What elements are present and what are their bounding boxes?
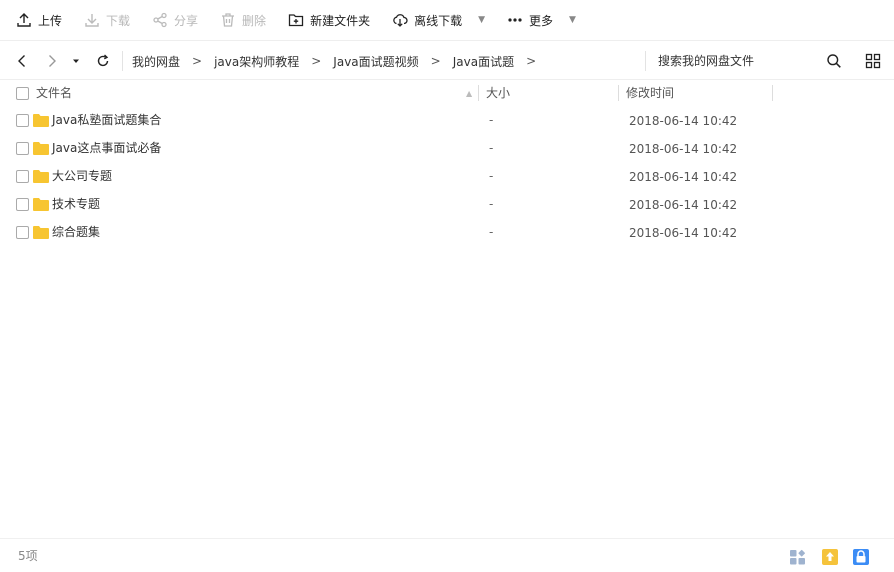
column-header-size[interactable]: 大小 [486,80,510,106]
column-divider[interactable] [618,85,619,101]
new-folder-label: 新建文件夹 [310,13,371,28]
item-count: 5项 [18,549,38,563]
refresh-button[interactable] [93,51,113,71]
upload-button[interactable]: 上传 [16,0,62,40]
grid-view-icon [865,53,881,69]
breadcrumb-item[interactable]: Java面试题视频 [333,53,418,70]
column-header-name[interactable]: 文件名 [36,80,72,106]
row-checkbox[interactable] [16,198,29,211]
offline-download-button[interactable]: 离线下载 ▼ [392,0,485,40]
file-row[interactable]: 大公司专题 - 2018-06-14 10:42 [0,162,894,190]
file-row[interactable]: 技术专题 - 2018-06-14 10:42 [0,190,894,218]
file-name[interactable]: 综合题集 [52,218,100,246]
upload-icon [17,13,31,27]
search-icon [827,54,841,68]
apps-icon[interactable] [788,547,808,567]
share-button[interactable]: 分享 [152,0,198,40]
file-list-header: 文件名 ▲ 大小 修改时间 [0,80,894,106]
breadcrumb-item[interactable]: java架构师教程 [214,53,299,70]
caret-down-icon [73,59,79,63]
file-modified: 2018-06-14 10:42 [629,226,738,240]
file-modified: 2018-06-14 10:42 [629,198,738,212]
file-name[interactable]: 技术专题 [52,190,100,218]
file-modified: 2018-06-14 10:42 [629,114,738,128]
file-size: - [489,113,494,127]
select-all-checkbox[interactable] [16,87,29,100]
transfer-upload-icon[interactable] [820,547,840,567]
caret-down-icon[interactable]: ▼ [569,15,576,25]
chevron-left-icon [18,55,25,67]
more-icon [508,18,522,22]
navigation-bar: 我的网盘 > java架构师教程 > Java面试题视频 > Java面试题 > [0,40,894,80]
caret-down-icon[interactable]: ▼ [478,15,485,25]
folder-icon [33,226,49,239]
file-row[interactable]: Java这点事面试必备 - 2018-06-14 10:42 [0,134,894,162]
row-checkbox[interactable] [16,226,29,239]
row-checkbox[interactable] [16,170,29,183]
status-bar: 5项 [0,538,894,572]
new-folder-icon [288,14,304,27]
download-button[interactable]: 下载 [84,0,130,40]
history-dropdown-button[interactable] [66,51,86,71]
file-name[interactable]: Java私塾面试题集合 [52,106,161,134]
new-folder-button[interactable]: 新建文件夹 [288,0,370,40]
share-label: 分享 [174,13,199,28]
share-icon [153,12,167,28]
breadcrumb: 我的网盘 > java架构师教程 > Java面试题视频 > Java面试题 > [132,41,548,81]
breadcrumb-item[interactable]: 我的网盘 [132,53,180,70]
download-icon [85,14,99,27]
search-button[interactable] [826,53,842,69]
file-name[interactable]: Java这点事面试必备 [52,134,161,162]
folder-icon [33,198,49,211]
divider [122,51,123,71]
column-divider[interactable] [478,85,479,101]
chevron-right-icon [49,55,56,67]
lock-icon[interactable] [851,547,871,567]
file-modified: 2018-06-14 10:42 [629,142,738,156]
file-list: Java私塾面试题集合 - 2018-06-14 10:42 Java这点事面试… [0,106,894,246]
cloud-download-icon [393,14,408,27]
file-row[interactable]: Java私塾面试题集合 - 2018-06-14 10:42 [0,106,894,134]
row-checkbox[interactable] [16,114,29,127]
folder-icon [33,170,49,183]
more-button[interactable]: 更多 ▼ [507,0,576,40]
delete-label: 删除 [242,13,267,28]
sort-arrow-icon: ▲ [466,89,473,98]
search-input[interactable] [658,50,808,72]
folder-icon [33,114,49,127]
upload-label: 上传 [38,13,63,28]
divider [645,51,646,71]
folder-icon [33,142,49,155]
more-label: 更多 [529,13,554,28]
file-size: - [489,169,494,183]
trash-icon [222,13,235,27]
file-row[interactable]: 综合题集 - 2018-06-14 10:42 [0,218,894,246]
refresh-icon [97,54,109,67]
breadcrumb-separator-icon[interactable]: > [526,54,536,68]
file-size: - [489,141,494,155]
breadcrumb-separator-icon: > [430,54,441,68]
file-size: - [489,225,494,239]
breadcrumb-item[interactable]: Java面试题 [453,53,514,70]
breadcrumb-separator-icon: > [192,54,203,68]
column-header-modified[interactable]: 修改时间 [626,80,674,106]
column-divider[interactable] [772,85,773,101]
grid-view-button[interactable] [865,53,881,69]
download-label: 下载 [106,13,131,28]
offline-download-label: 离线下载 [414,13,463,28]
breadcrumb-separator-icon: > [311,54,322,68]
back-button[interactable] [12,51,32,71]
file-name[interactable]: 大公司专题 [52,162,112,190]
file-size: - [489,197,494,211]
delete-button[interactable]: 删除 [220,0,266,40]
forward-button[interactable] [42,51,62,71]
row-checkbox[interactable] [16,142,29,155]
toolbar: 上传 下载 分享 删除 新建文件夹 离线下载 ▼ 更多 ▼ [0,0,894,40]
file-modified: 2018-06-14 10:42 [629,170,738,184]
